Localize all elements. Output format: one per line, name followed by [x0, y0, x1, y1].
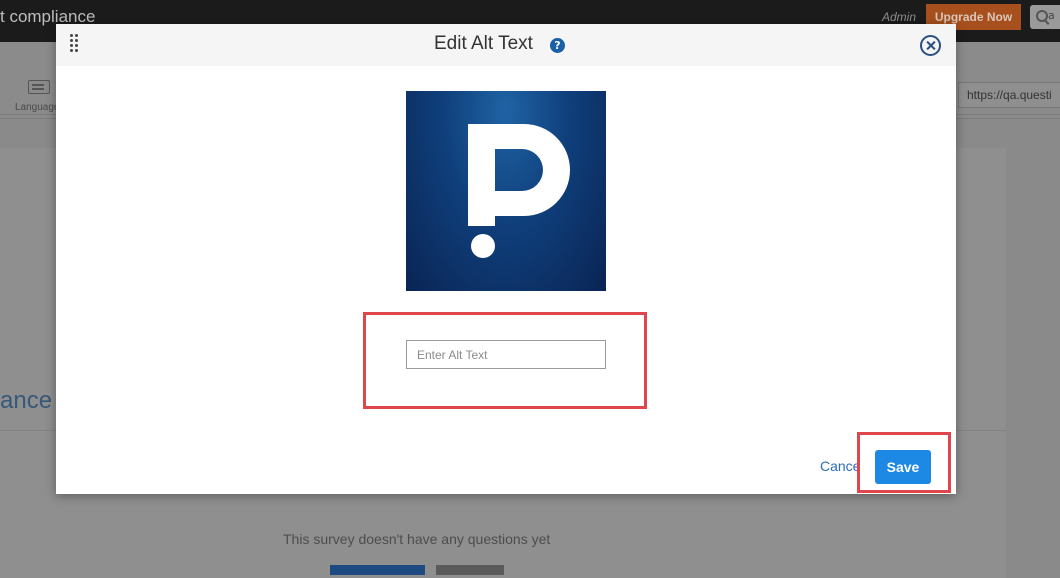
close-icon[interactable] [920, 35, 941, 56]
language-label: Language [15, 102, 60, 113]
secondary-button [436, 565, 504, 575]
survey-url-field: https://qa.questi [958, 82, 1060, 108]
search-text: a [1048, 9, 1055, 22]
alt-text-input[interactable] [406, 340, 606, 369]
empty-survey-message: This survey doesn't have any questions y… [283, 531, 551, 547]
keyboard-icon [28, 80, 50, 94]
cancel-button[interactable]: Cance [820, 458, 860, 474]
dialog-title: Edit Alt Text [434, 33, 533, 54]
question-mark-logo-icon [468, 124, 570, 258]
search-icon [1036, 10, 1048, 22]
save-button[interactable]: Save [875, 450, 931, 484]
survey-heading: ance [0, 387, 53, 414]
image-preview [406, 91, 606, 291]
edit-alt-text-dialog: Edit Alt Text ? Cance Save [56, 24, 956, 494]
drag-handle-icon[interactable] [70, 34, 80, 56]
search-box: a [1030, 5, 1060, 29]
dialog-header: Edit Alt Text ? [56, 24, 956, 66]
admin-label: Admin [882, 10, 917, 24]
add-question-button [330, 565, 425, 575]
help-icon[interactable]: ? [550, 38, 565, 53]
